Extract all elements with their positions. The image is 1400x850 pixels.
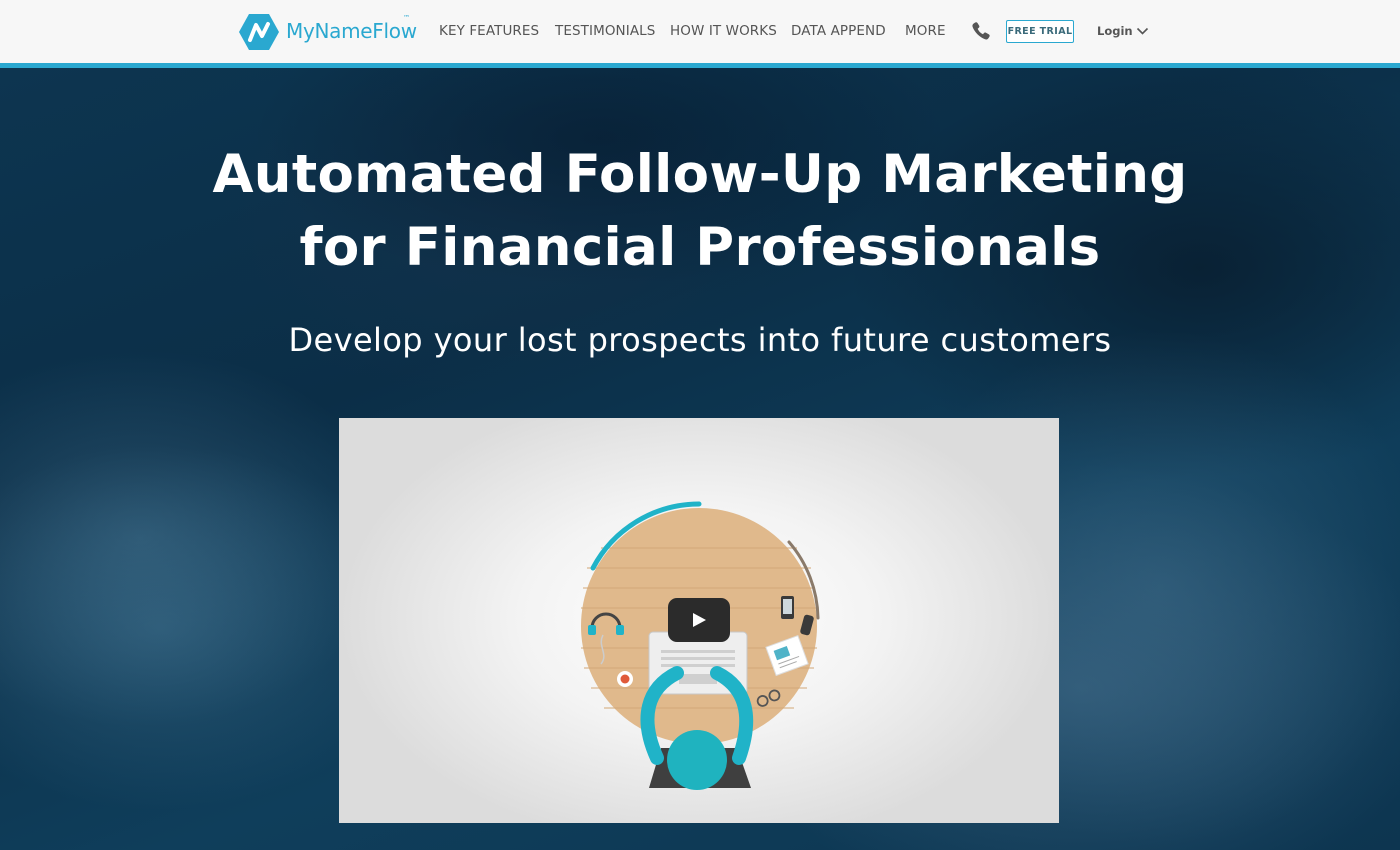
login-button[interactable]: Login [1097,24,1133,38]
nav-item-more[interactable]: MORE [905,23,946,39]
video-player[interactable] [339,418,1059,823]
free-trial-button[interactable]: FREE TRIAL [1006,20,1074,43]
chevron-down-icon[interactable] [1136,27,1149,36]
hero-title: Automated Follow-Up Marketing for Financ… [0,138,1400,284]
nav-item-data-append[interactable]: DATA APPEND [791,23,886,39]
play-button[interactable] [668,598,730,642]
hero-title-line-2: for Financial Professionals [299,217,1101,278]
nav-item-testimonials[interactable]: TESTIMONIALS [555,23,655,39]
play-icon [693,613,706,627]
hero-subtitle: Develop your lost prospects into future … [288,321,1112,359]
brand-name: MyNameFlow [286,19,417,43]
hero-title-line-1: Automated Follow-Up Marketing [212,144,1188,205]
site-header: MyNameFlow ™ KEY FEATURES TESTIMONIALS H… [0,0,1400,63]
nav-item-key-features[interactable]: KEY FEATURES [439,23,539,39]
phone-icon[interactable] [971,21,991,41]
nav-item-how-it-works[interactable]: HOW IT WORKS [670,23,777,39]
hero-section: Automated Follow-Up Marketing for Financ… [0,68,1400,850]
mynameflow-logo-icon [239,14,279,50]
brand-logo[interactable]: MyNameFlow [239,13,417,51]
trademark-mark: ™ [403,14,410,22]
